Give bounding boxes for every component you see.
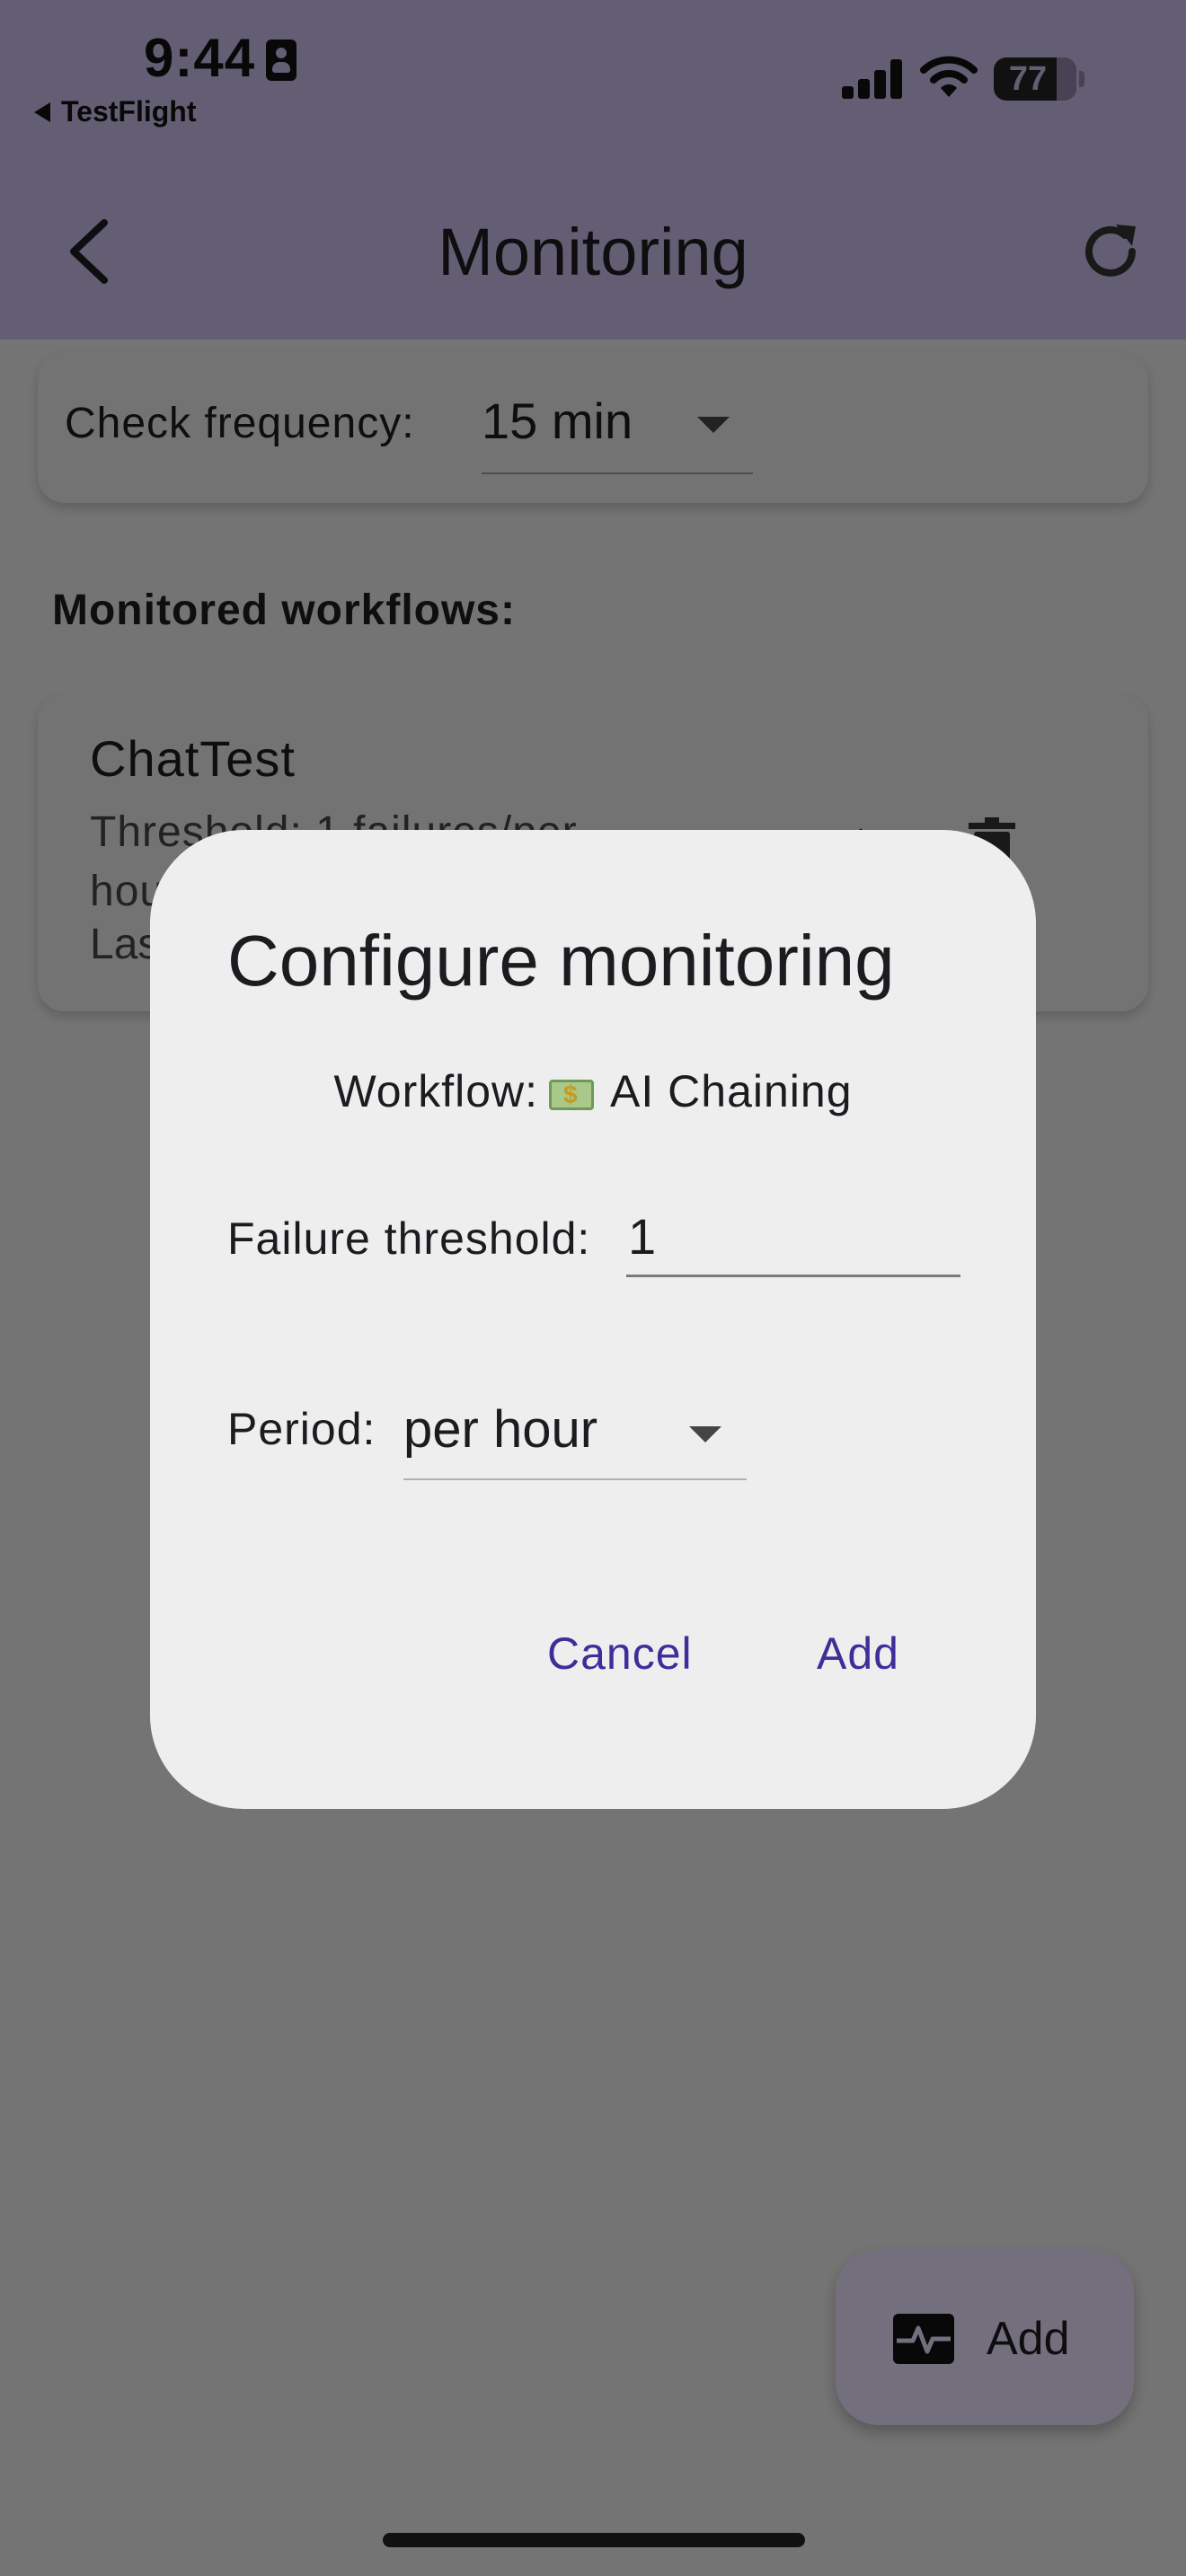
- period-value: per hour: [403, 1400, 598, 1459]
- workflow-name-label: AI Chaining: [610, 1066, 853, 1116]
- workflow-prefix: Workflow:: [333, 1066, 539, 1116]
- failure-threshold-label: Failure threshold:: [227, 1213, 591, 1264]
- cancel-button[interactable]: Cancel: [547, 1628, 693, 1680]
- configure-monitoring-dialog: Configure monitoring Workflow: AI Chainin…: [150, 830, 1036, 1809]
- money-icon: [549, 1080, 595, 1110]
- dialog-workflow-line: Workflow: AI Chaining: [150, 1065, 1036, 1117]
- period-dropdown[interactable]: per hour: [403, 1390, 747, 1480]
- dropdown-arrow-icon: [689, 1426, 721, 1442]
- failure-threshold-input[interactable]: [626, 1198, 960, 1277]
- dialog-title: Configure monitoring: [227, 921, 895, 1001]
- period-label: Period:: [227, 1404, 376, 1454]
- add-button[interactable]: Add: [817, 1628, 899, 1680]
- home-indicator[interactable]: [383, 2533, 805, 2547]
